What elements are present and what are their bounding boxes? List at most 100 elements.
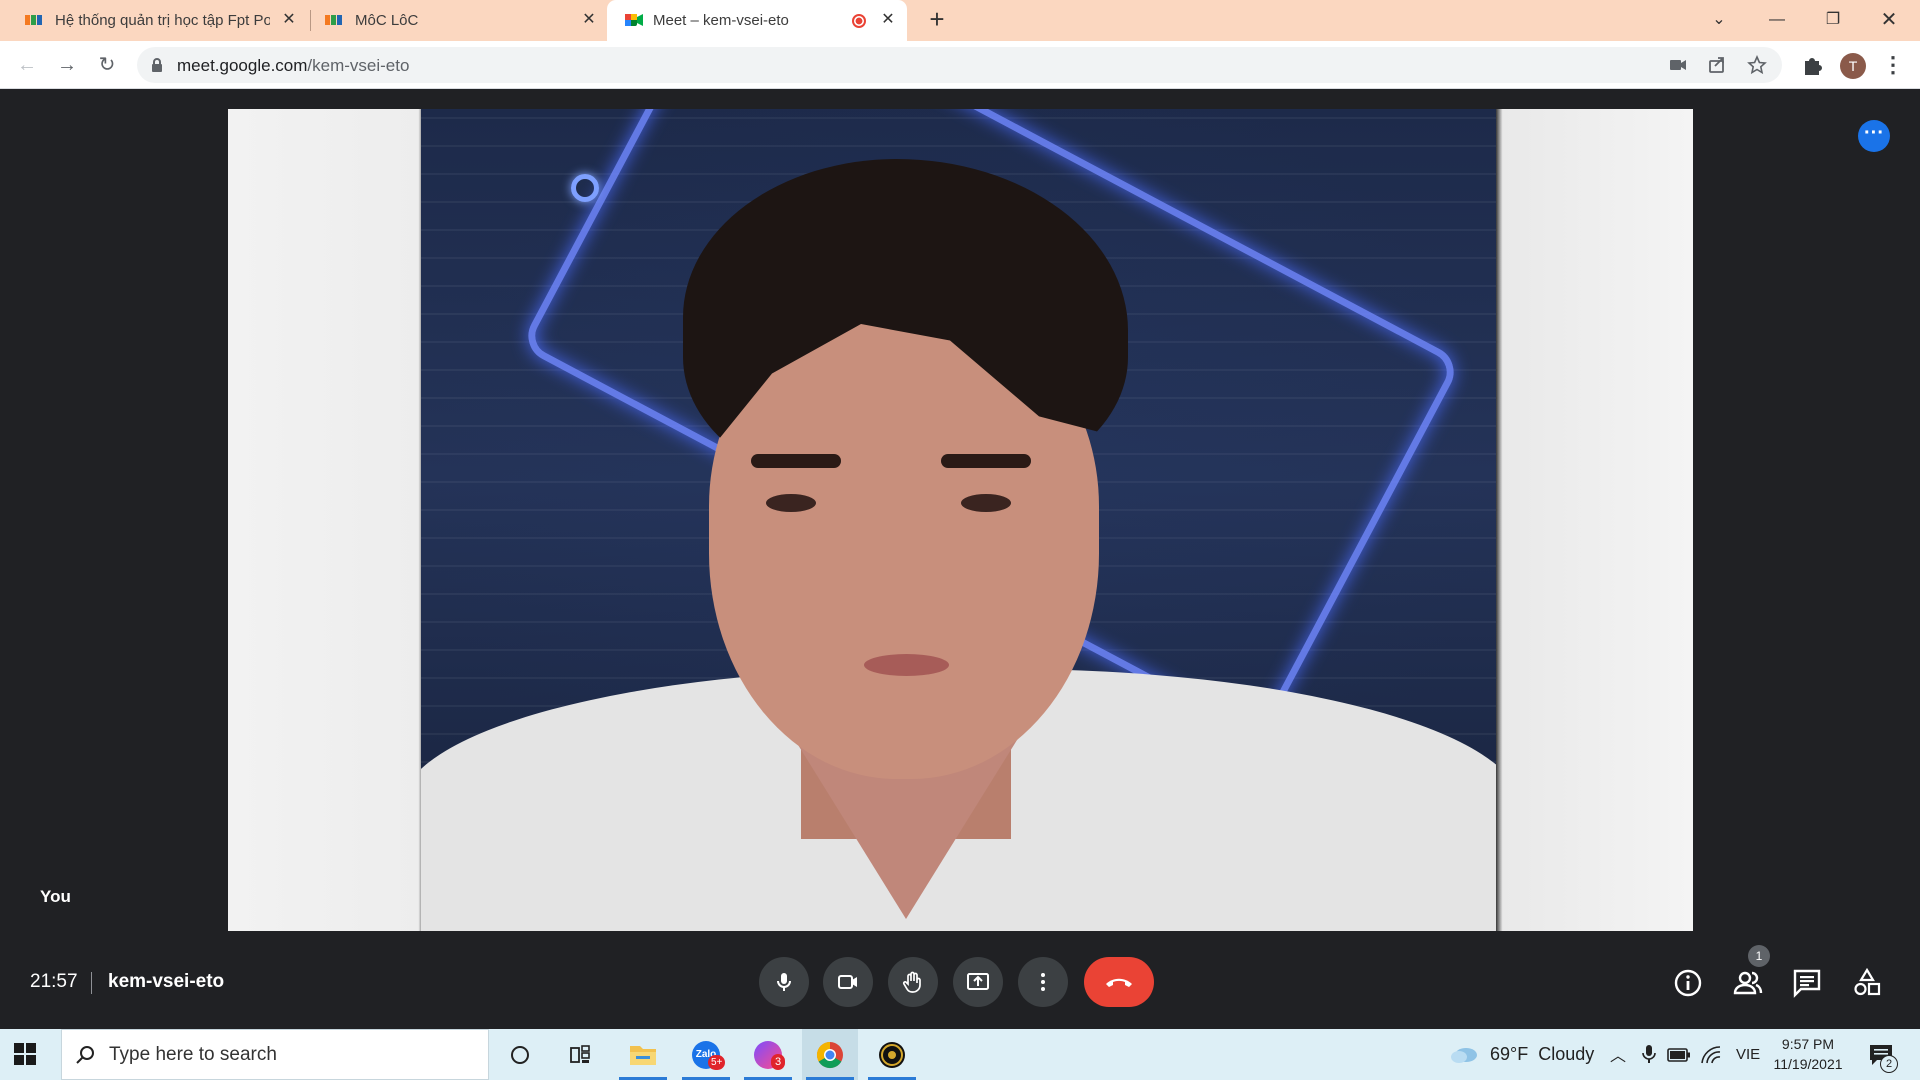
chrome-app[interactable] xyxy=(802,1029,858,1080)
camera-feed xyxy=(421,109,1496,931)
present-screen-button[interactable] xyxy=(953,957,1003,1007)
messenger-notification-badge: 3 xyxy=(771,1054,786,1070)
meeting-clock: 21:57 xyxy=(30,971,78,992)
tab-title: Hệ thống quản trị học tập Fpt Po xyxy=(55,12,270,29)
obs-app[interactable] xyxy=(864,1029,920,1080)
weather-text[interactable]: 69°F Cloudy xyxy=(1490,1044,1594,1065)
more-options-button[interactable] xyxy=(1018,957,1068,1007)
tab-close-icon[interactable]: ✕ xyxy=(579,10,599,30)
google-meet-icon xyxy=(625,14,643,26)
tab-muc-luc[interactable]: MôC LôC ✕ xyxy=(300,0,605,41)
microphone-button[interactable] xyxy=(759,957,809,1007)
participants-button[interactable] xyxy=(1733,968,1763,998)
info-icon xyxy=(1674,969,1702,997)
wifi-icon[interactable] xyxy=(1700,1045,1722,1065)
participants-count-badge: 1 xyxy=(1748,945,1770,967)
notification-count-badge: 2 xyxy=(1880,1055,1898,1073)
camera-in-use-icon[interactable] xyxy=(1667,54,1689,76)
clock-date: 11/19/2021 xyxy=(1773,1056,1843,1072)
url-host: meet.google.com xyxy=(177,56,308,75)
more-vertical-icon xyxy=(1041,973,1045,991)
reload-button[interactable]: ↻ xyxy=(92,50,122,80)
tab-title: Meet – kem-vsei-eto xyxy=(653,12,789,29)
close-window-button[interactable]: ✕ xyxy=(1874,6,1904,34)
messenger-app[interactable]: 3 xyxy=(740,1029,796,1080)
fpt-favicon-icon xyxy=(25,15,42,25)
people-icon xyxy=(1733,971,1763,995)
tab-title: MôC LôC xyxy=(355,12,419,29)
meeting-details-button[interactable] xyxy=(1673,968,1703,998)
recording-indicator-icon xyxy=(852,14,866,28)
participant-left-eye xyxy=(766,494,816,512)
self-name-label: You xyxy=(40,887,71,906)
activities-shapes-icon xyxy=(1854,968,1881,996)
camera-button[interactable] xyxy=(823,957,873,1007)
taskbar-search-box[interactable]: Type here to search xyxy=(61,1029,489,1080)
tab-search-chevron-icon[interactable]: ⌄ xyxy=(1704,6,1734,34)
tile-more-options-button[interactable]: ··· xyxy=(1858,120,1890,152)
meet-stage: You xyxy=(0,89,1920,1029)
system-clock[interactable]: 9:57 PM 11/19/2021 xyxy=(1773,1034,1843,1074)
file-explorer-app[interactable] xyxy=(615,1029,671,1080)
divider xyxy=(91,972,92,994)
cortana-button[interactable] xyxy=(492,1029,548,1080)
participant-left-brow xyxy=(751,454,841,468)
meeting-code: kem-vsei-eto xyxy=(108,971,225,992)
tab-close-icon[interactable]: ✕ xyxy=(279,10,299,30)
raise-hand-icon xyxy=(902,971,921,993)
input-language[interactable]: VIE xyxy=(1736,1046,1760,1063)
meet-control-bar: 21:57 kem-vsei-eto xyxy=(0,940,1920,1029)
lock-icon xyxy=(152,58,162,72)
zalo-app[interactable]: Zalo 5+ xyxy=(678,1029,734,1080)
raise-hand-button[interactable] xyxy=(888,957,938,1007)
share-icon[interactable] xyxy=(1706,54,1728,76)
cortana-circle-icon xyxy=(511,1045,529,1064)
activities-button[interactable] xyxy=(1852,968,1882,998)
windows-start-icon[interactable] xyxy=(14,1043,36,1065)
video-camera-icon xyxy=(838,975,857,989)
browser-toolbar: ← → ↻ meet.google.com/kem-vsei-eto ⋮ xyxy=(0,41,1920,89)
back-button[interactable]: ← xyxy=(12,50,42,80)
folder-icon xyxy=(630,1045,656,1065)
browser-tab-strip: Hệ thống quản trị học tập Fpt Po ✕ MôC L… xyxy=(0,0,1920,41)
participant-right-brow xyxy=(941,454,1031,468)
minimize-button[interactable]: — xyxy=(1762,6,1792,34)
hang-up-icon xyxy=(1106,978,1132,987)
participant-mouth xyxy=(864,654,949,676)
task-view-icon xyxy=(570,1044,590,1063)
obs-icon xyxy=(879,1041,905,1068)
clock-time: 9:57 PM xyxy=(1781,1036,1835,1052)
restore-button[interactable]: ❐ xyxy=(1818,6,1848,34)
chrome-icon xyxy=(816,1041,843,1068)
extensions-puzzle-icon[interactable] xyxy=(1800,52,1826,78)
weather-cloudy-icon xyxy=(1451,1048,1477,1063)
battery-icon[interactable] xyxy=(1667,1048,1691,1062)
address-bar[interactable]: meet.google.com/kem-vsei-eto xyxy=(137,47,1782,83)
microphone-icon xyxy=(777,973,791,991)
windows-taskbar: Type here to search Zalo 5+ 3 69°F Cloud… xyxy=(0,1029,1920,1080)
bookmark-star-icon[interactable] xyxy=(1746,54,1768,76)
search-icon xyxy=(76,1046,94,1064)
zalo-notification-badge: 5+ xyxy=(708,1055,726,1070)
tab-fpt-lms[interactable]: Hệ thống quản trị học tập Fpt Po ✕ xyxy=(0,0,305,41)
chrome-menu-icon[interactable]: ⋮ xyxy=(1880,52,1906,78)
chat-button[interactable] xyxy=(1792,968,1822,998)
tab-meet[interactable]: Meet – kem-vsei-eto ✕ xyxy=(607,0,907,41)
show-hidden-icons-chevron[interactable]: ︿ xyxy=(1610,1042,1626,1066)
search-placeholder: Type here to search xyxy=(109,1044,277,1065)
profile-avatar[interactable]: T xyxy=(1840,53,1866,79)
new-tab-button[interactable]: + xyxy=(924,6,950,33)
participant-right-eye xyxy=(961,494,1011,512)
leave-call-button[interactable] xyxy=(1084,957,1154,1007)
task-view-button[interactable] xyxy=(552,1029,608,1080)
neon-ring-background xyxy=(571,174,599,202)
url-path: /kem-vsei-eto xyxy=(307,56,410,75)
fpt-favicon-icon xyxy=(325,15,342,25)
chat-icon xyxy=(1793,969,1821,998)
self-video-tile[interactable] xyxy=(228,109,1693,931)
forward-button[interactable]: → xyxy=(52,50,82,80)
present-screen-icon xyxy=(967,973,989,990)
tab-close-icon[interactable]: ✕ xyxy=(878,10,898,30)
microphone-tray-icon[interactable] xyxy=(1641,1043,1657,1065)
url-text: meet.google.com/kem-vsei-eto xyxy=(177,56,409,76)
